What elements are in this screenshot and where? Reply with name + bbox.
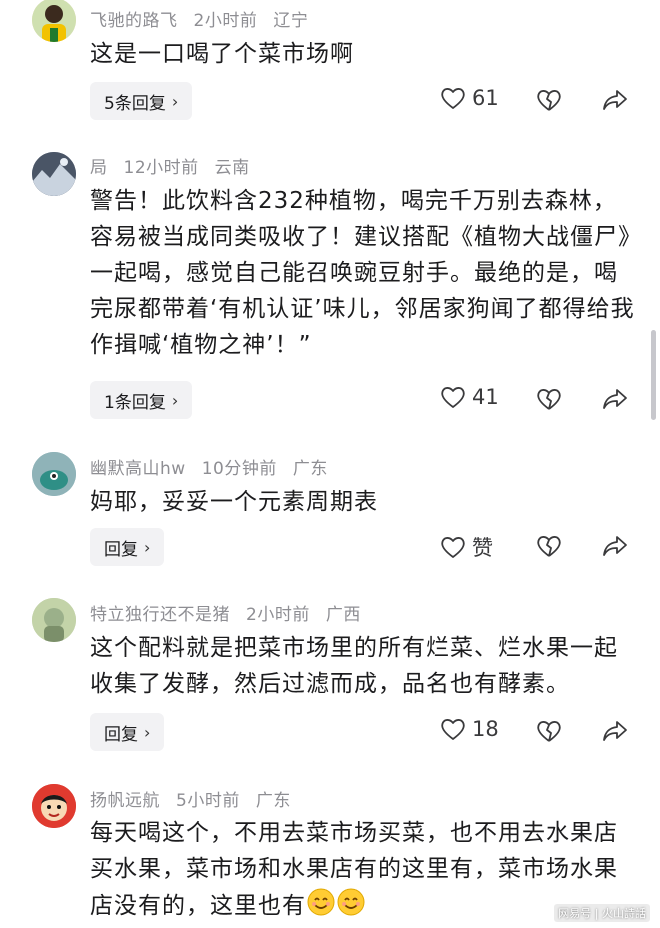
like-button[interactable]: 赞 bbox=[440, 532, 493, 562]
view-replies-button[interactable]: 5条回复 › bbox=[90, 82, 193, 120]
view-replies-button[interactable]: 1条回复 › bbox=[90, 381, 193, 419]
dislike-button[interactable] bbox=[536, 719, 562, 747]
comment-actions: 41 bbox=[440, 381, 640, 419]
location: 广东 bbox=[255, 791, 291, 811]
broken-heart-icon bbox=[537, 90, 561, 111]
chevron-right-icon: › bbox=[144, 537, 151, 557]
avatar[interactable] bbox=[32, 784, 76, 828]
chevron-right-icon: › bbox=[171, 390, 179, 410]
comment-meta: 局 12小时前 云南 bbox=[90, 153, 266, 178]
heart-icon bbox=[441, 387, 465, 408]
username[interactable]: 扬帆远航 bbox=[90, 791, 160, 811]
like-button[interactable]: 61 bbox=[440, 86, 499, 110]
dislike-button[interactable] bbox=[536, 534, 562, 562]
timestamp: 2小时前 bbox=[246, 605, 310, 625]
location: 云南 bbox=[214, 158, 250, 178]
broken-heart-icon bbox=[537, 721, 561, 742]
reply-label: 回复 bbox=[104, 539, 138, 560]
share-icon bbox=[603, 721, 627, 741]
avatar[interactable] bbox=[32, 152, 76, 196]
timestamp: 12小时前 bbox=[123, 158, 199, 178]
username[interactable]: 局 bbox=[90, 158, 108, 178]
broken-heart-icon bbox=[537, 536, 561, 557]
reply-label: 回复 bbox=[104, 724, 138, 745]
comment-text: 这个配料就是把菜市场里的所有烂菜、烂水果一起收集了发酵，然后过滤而成，品名也有酵… bbox=[90, 635, 618, 697]
share-icon bbox=[603, 536, 627, 556]
share-button[interactable] bbox=[602, 534, 628, 562]
avatar[interactable] bbox=[32, 0, 76, 42]
dislike-button[interactable] bbox=[536, 387, 562, 415]
like-count: 赞 bbox=[472, 536, 493, 560]
chevron-right-icon: › bbox=[144, 722, 151, 742]
comment-actions: 18 bbox=[440, 713, 640, 751]
broken-heart-icon bbox=[537, 389, 561, 410]
comment-text: 妈耶，妥妥一个元素周期表 bbox=[90, 489, 378, 515]
like-count: 61 bbox=[472, 86, 499, 110]
watermark: 网易号 | 火山詩話 bbox=[554, 904, 650, 922]
comment-text: 这是一口喝了个菜市场啊 bbox=[90, 41, 354, 67]
share-icon bbox=[603, 389, 627, 409]
avatar[interactable] bbox=[32, 598, 76, 642]
comment-meta: 幽默高山hw 10分钟前 广东 bbox=[90, 454, 344, 479]
location: 广东 bbox=[292, 459, 328, 479]
smiling-face-icon bbox=[307, 888, 335, 916]
location: 辽宁 bbox=[273, 11, 309, 31]
smiling-face-icon bbox=[337, 888, 365, 916]
like-button[interactable]: 18 bbox=[440, 717, 499, 741]
timestamp: 2小时前 bbox=[193, 11, 258, 31]
comment-meta: 扬帆远航 5小时前 广东 bbox=[90, 786, 307, 811]
reply-button[interactable]: 回复 › bbox=[90, 528, 165, 566]
comment-meta: 特立独行还不是猪 2小时前 广西 bbox=[90, 600, 377, 625]
scrollbar[interactable] bbox=[651, 330, 656, 420]
avatar[interactable] bbox=[32, 452, 76, 496]
comment-text: 警告！此饮料含232种植物，喝完千万别去森林，容易被当成同类吸收了！建议搭配《植… bbox=[90, 188, 635, 358]
comment-actions: 61 bbox=[440, 82, 640, 120]
username[interactable]: 特立独行还不是猪 bbox=[90, 605, 230, 625]
location: 广西 bbox=[325, 605, 361, 625]
share-button[interactable] bbox=[602, 387, 628, 415]
chevron-right-icon: › bbox=[171, 91, 179, 111]
heart-icon bbox=[441, 719, 465, 740]
comment-text: 每天喝这个，不用去菜市场买菜，也不用去水果店买水果，菜市场和水果店有的这里有，菜… bbox=[90, 815, 635, 924]
timestamp: 10分钟前 bbox=[201, 459, 277, 479]
share-icon bbox=[603, 90, 627, 110]
like-count: 41 bbox=[472, 385, 499, 409]
dislike-button[interactable] bbox=[536, 88, 562, 116]
comment-actions: 赞 bbox=[440, 528, 640, 566]
like-button[interactable]: 41 bbox=[440, 385, 499, 409]
username[interactable]: 幽默高山hw bbox=[90, 459, 186, 479]
share-button[interactable] bbox=[602, 719, 628, 747]
reply-button[interactable]: 回复 › bbox=[90, 713, 165, 751]
share-button[interactable] bbox=[602, 88, 628, 116]
reply-label: 5条回复 bbox=[104, 93, 166, 114]
heart-icon bbox=[441, 88, 465, 109]
like-count: 18 bbox=[472, 717, 499, 741]
comment-meta: 飞驰的路飞 2小时前 辽宁 bbox=[90, 6, 324, 31]
heart-icon bbox=[441, 537, 465, 558]
timestamp: 5小时前 bbox=[176, 791, 240, 811]
reply-label: 1条回复 bbox=[104, 392, 166, 413]
username[interactable]: 飞驰的路飞 bbox=[90, 11, 178, 31]
